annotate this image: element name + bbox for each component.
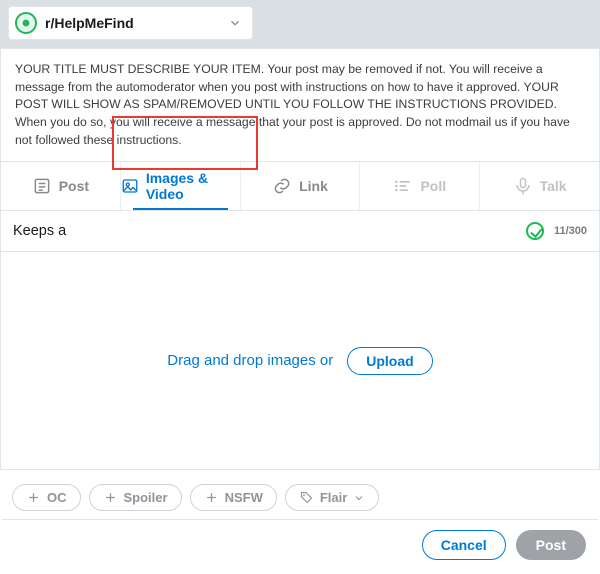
title-row: 11/300 (0, 211, 600, 252)
cancel-button[interactable]: Cancel (422, 530, 506, 560)
tab-poll: Poll (360, 162, 480, 210)
tag-nsfw-label: NSFW (225, 490, 263, 505)
link-icon (272, 176, 292, 196)
char-counter: 11/300 (554, 225, 587, 237)
tab-link[interactable]: Link (241, 162, 361, 210)
mic-icon (513, 176, 533, 196)
tab-images-video[interactable]: Images & Video (121, 162, 241, 210)
chevron-down-icon (228, 16, 242, 30)
tag-icon (299, 490, 314, 505)
top-bar: r/HelpMeFind (0, 0, 600, 48)
action-row: Cancel Post (0, 520, 600, 574)
title-input[interactable] (13, 217, 516, 245)
dropzone-text: Drag and drop images or (167, 352, 333, 369)
tag-flair[interactable]: Flair (285, 484, 379, 511)
tag-flair-label: Flair (320, 490, 347, 505)
tab-link-label: Link (299, 178, 328, 194)
chevron-down-icon (353, 492, 365, 504)
post-icon (32, 176, 52, 196)
image-icon (121, 176, 139, 196)
tag-row: OC Spoiler NSFW Flair (0, 470, 600, 519)
community-name: r/HelpMeFind (45, 15, 220, 31)
tag-oc[interactable]: OC (12, 484, 81, 511)
tab-poll-label: Poll (420, 178, 446, 194)
tab-talk: Talk (480, 162, 599, 210)
tab-post[interactable]: Post (1, 162, 121, 210)
rules-notice: YOUR TITLE MUST DESCRIBE YOUR ITEM. Your… (0, 48, 600, 161)
tag-spoiler[interactable]: Spoiler (89, 484, 182, 511)
media-dropzone[interactable]: Drag and drop images or Upload (0, 252, 600, 470)
plus-icon (204, 490, 219, 505)
community-selector[interactable]: r/HelpMeFind (8, 6, 253, 40)
post-type-tabs: Post Images & Video Link Poll Talk (0, 161, 600, 211)
tab-images-label: Images & Video (146, 170, 240, 202)
tag-spoiler-label: Spoiler (124, 490, 168, 505)
tab-talk-label: Talk (540, 178, 567, 194)
tag-nsfw[interactable]: NSFW (190, 484, 277, 511)
plus-icon (26, 490, 41, 505)
tab-post-label: Post (59, 178, 89, 194)
post-button[interactable]: Post (516, 530, 586, 560)
community-avatar-icon (15, 12, 37, 34)
poll-icon (393, 176, 413, 196)
plus-icon (103, 490, 118, 505)
upload-button[interactable]: Upload (347, 347, 432, 375)
tag-oc-label: OC (47, 490, 67, 505)
grammarly-icon (526, 222, 544, 240)
